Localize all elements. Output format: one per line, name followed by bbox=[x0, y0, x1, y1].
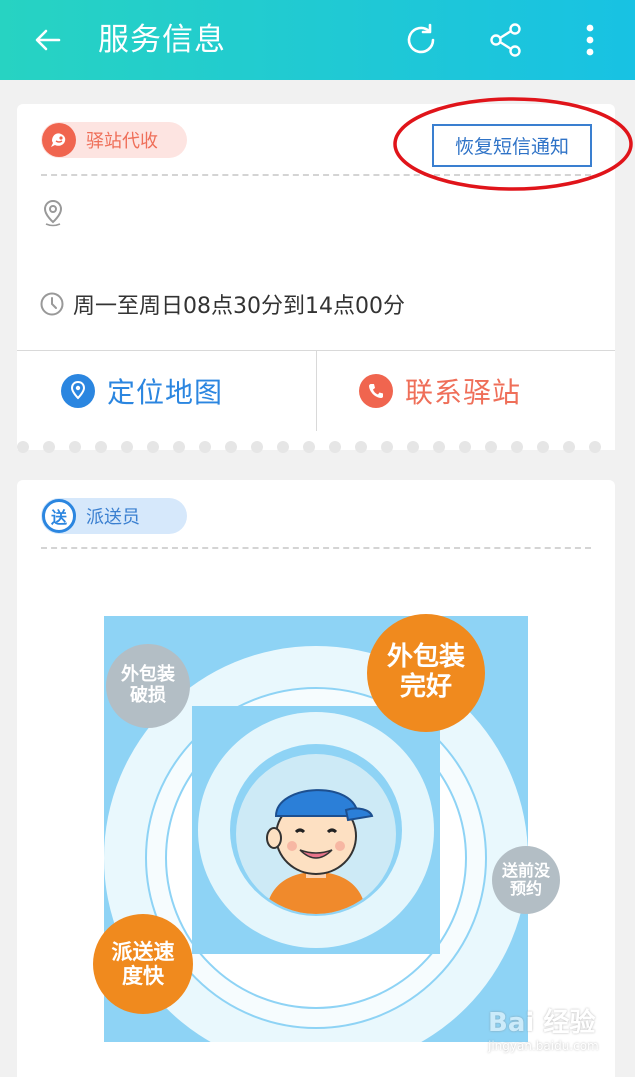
watermark-url: jingyan.baidu.com bbox=[488, 1039, 599, 1053]
contact-station-label: 联系驿站 bbox=[405, 376, 522, 409]
dashed-divider bbox=[41, 547, 591, 549]
locate-map-button[interactable]: 定位地图 bbox=[61, 366, 223, 416]
back-button[interactable] bbox=[22, 14, 74, 66]
locate-map-label: 定位地图 bbox=[107, 376, 224, 409]
back-arrow-icon bbox=[35, 29, 61, 51]
share-icon bbox=[490, 23, 521, 57]
map-pin-icon bbox=[61, 374, 95, 408]
courier-tag-label: 派送员 bbox=[86, 507, 140, 528]
watermark-logo: Bai 经验 bbox=[488, 1008, 596, 1038]
phone-icon bbox=[359, 374, 393, 408]
tag-bubble-damaged[interactable]: 外包装 破损 bbox=[106, 644, 190, 728]
tag-bubble-fast[interactable]: 派送速 度快 bbox=[93, 914, 193, 1014]
ticket-scallop-edge bbox=[17, 440, 615, 453]
clock-icon bbox=[40, 292, 64, 316]
station-bird-icon bbox=[42, 123, 76, 157]
courier-avatar[interactable] bbox=[236, 754, 396, 914]
courier-tag: 送 派送员 bbox=[41, 498, 187, 534]
courier-card: 送 派送员 外包装 破损 外包装 完好 送前没 预约 派送速 度快 bbox=[17, 480, 615, 1077]
business-hours-text: 周一至周日08点30分到14点00分 bbox=[73, 294, 405, 319]
action-separator bbox=[316, 351, 317, 431]
contact-station-button[interactable]: 联系驿站 bbox=[359, 366, 521, 416]
share-button[interactable] bbox=[480, 14, 532, 66]
baidu-watermark: Bai 经验 jingyan.baidu.com bbox=[488, 1002, 618, 1062]
annotation-ellipse bbox=[393, 97, 633, 191]
page-title: 服务信息 bbox=[98, 22, 226, 58]
tag-bubble-intact[interactable]: 外包装 完好 bbox=[367, 614, 485, 732]
app-header: 服务信息 bbox=[0, 0, 635, 80]
station-tag-label: 驿站代收 bbox=[86, 131, 158, 152]
tag-bubble-no-appointment[interactable]: 送前没 预约 bbox=[492, 846, 560, 914]
refresh-button[interactable] bbox=[395, 14, 447, 66]
refresh-icon bbox=[407, 23, 435, 54]
station-tag: 驿站代收 bbox=[41, 122, 187, 158]
more-menu-button[interactable] bbox=[564, 14, 616, 66]
business-hours: 周一至周日08点30分到14点00分 bbox=[39, 288, 405, 320]
delivery-badge-icon: 送 bbox=[42, 499, 76, 533]
more-vertical-icon bbox=[586, 24, 594, 56]
location-pin-icon bbox=[39, 198, 67, 232]
courier-face-icon bbox=[266, 789, 374, 914]
